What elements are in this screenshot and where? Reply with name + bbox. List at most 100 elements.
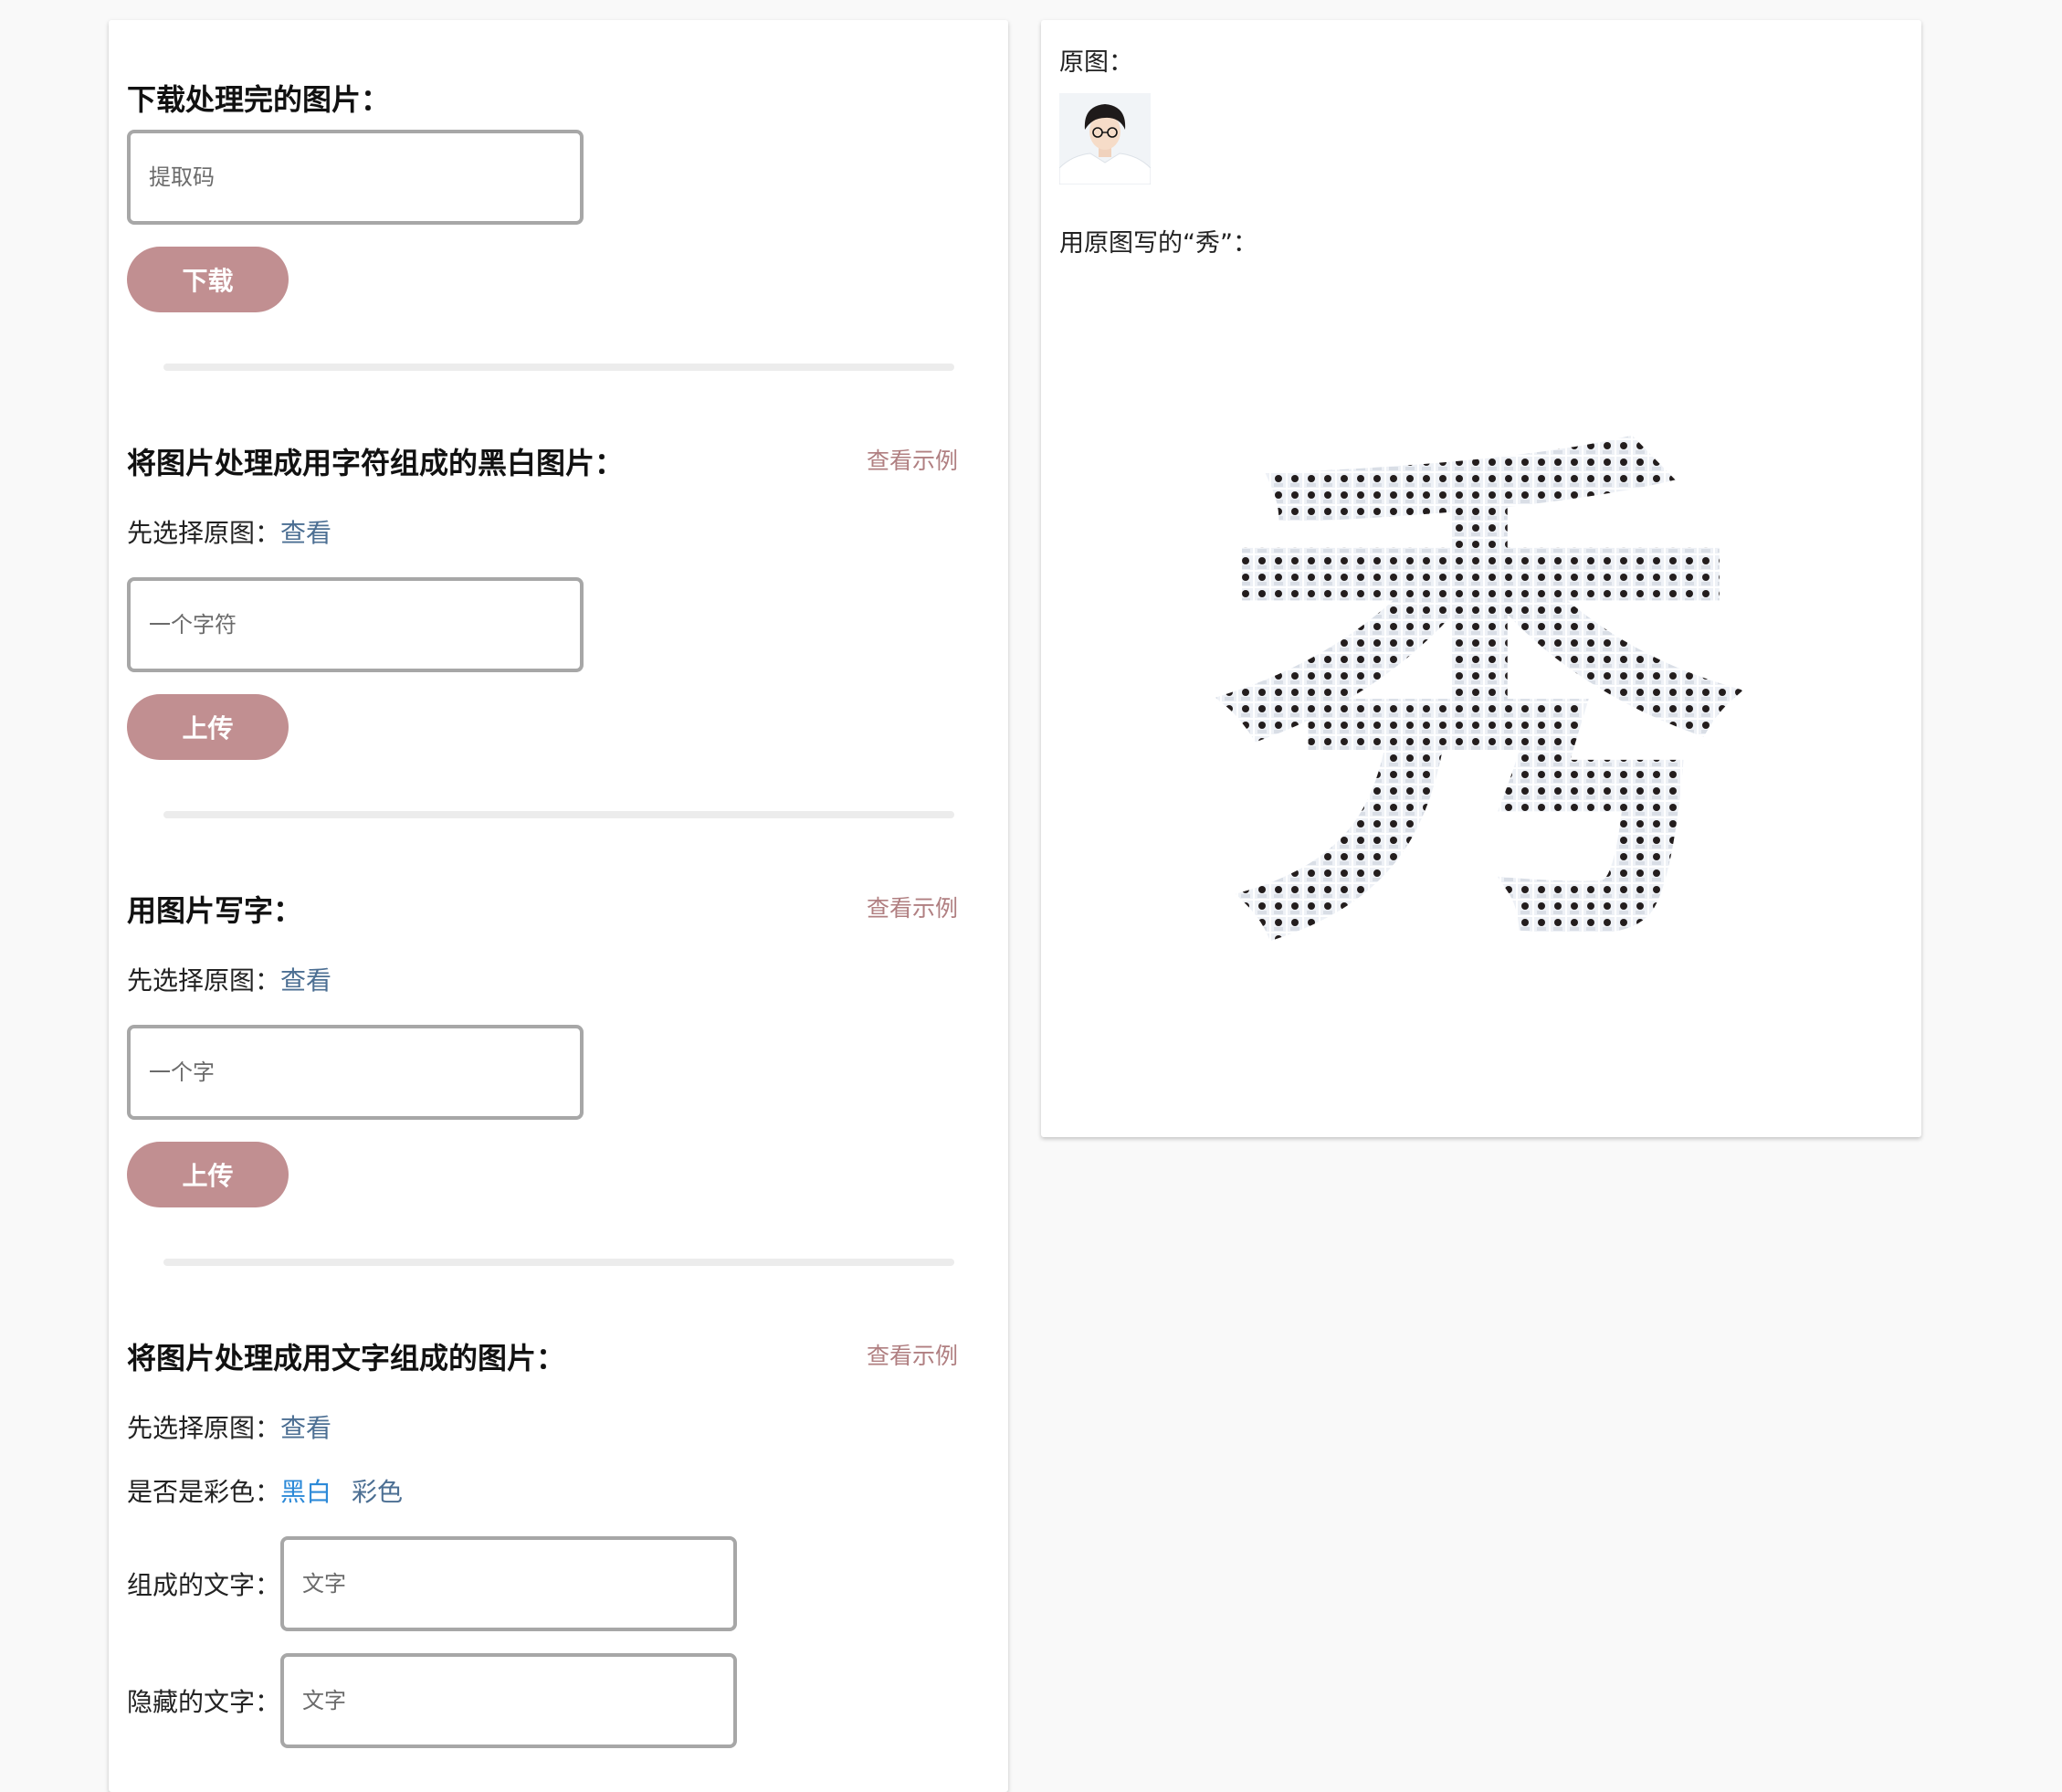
portrait-tile — [1370, 654, 1384, 669]
portrait-tile — [1649, 933, 1664, 948]
portrait-tile — [1518, 736, 1532, 751]
portrait-tile — [1386, 605, 1401, 619]
portrait-tile — [1320, 818, 1335, 833]
portrait-tile — [1600, 933, 1615, 948]
portrait-tile — [1682, 407, 1697, 422]
ascii-example-link[interactable]: 查看示例 — [867, 443, 958, 476]
option-color[interactable]: 彩色 — [352, 1477, 403, 1507]
portrait-tile — [1485, 753, 1499, 767]
portrait-tile — [1518, 835, 1532, 849]
portrait-tile — [1288, 917, 1302, 932]
portrait-tile — [1320, 358, 1335, 373]
portrait-tile — [1551, 933, 1565, 948]
hidden-text-input[interactable] — [280, 1653, 737, 1748]
portrait-tile — [1600, 802, 1615, 817]
portrait-tile — [1304, 555, 1319, 570]
portrait-tile — [1222, 522, 1236, 537]
portrait-tile — [1255, 605, 1269, 619]
single-char-input[interactable] — [127, 577, 584, 672]
portrait-tile — [1353, 917, 1368, 932]
portrait-tile — [1501, 901, 1516, 915]
portrait-tile — [1238, 588, 1253, 603]
portrait-tile — [1616, 687, 1631, 701]
portrait-tile — [1633, 703, 1647, 718]
portrait-tile — [1403, 720, 1417, 734]
portrait-tile — [1353, 720, 1368, 734]
portrait-tile — [1419, 424, 1434, 438]
portrait-tile — [1271, 396, 1286, 406]
single-word-input[interactable] — [127, 1025, 584, 1120]
option-black-white[interactable]: 黑白 — [280, 1477, 331, 1507]
portrait-tile — [1419, 555, 1434, 570]
portrait-tile — [1207, 621, 1220, 636]
portrait-tile — [1518, 522, 1532, 537]
download-button[interactable]: 下载 — [127, 247, 289, 312]
portrait-tile — [1715, 490, 1730, 504]
portrait-tile — [1288, 374, 1302, 389]
portrait-tile — [1501, 785, 1516, 800]
portrait-tile — [1518, 802, 1532, 817]
portrait-tile — [1551, 588, 1565, 603]
portrait-tile — [1633, 572, 1647, 586]
portrait-tile — [1436, 802, 1450, 817]
portrait-tile — [1518, 506, 1532, 521]
portrait-tile — [1666, 522, 1680, 537]
portrait-tile — [1715, 358, 1730, 373]
portrait-tile — [1452, 851, 1467, 866]
portrait-tile — [1600, 901, 1615, 915]
portrait-tile — [1583, 884, 1598, 899]
portrait-tile — [1485, 506, 1499, 521]
write-example-link[interactable]: 查看示例 — [867, 891, 958, 923]
portrait-tile — [1501, 407, 1516, 422]
write-upload-button[interactable]: 上传 — [127, 1142, 289, 1207]
portrait-tile — [1207, 884, 1220, 899]
portrait-tile — [1534, 736, 1549, 751]
ascii-upload-button[interactable]: 上传 — [127, 694, 289, 760]
portrait-tile — [1583, 539, 1598, 553]
portrait-tile — [1304, 835, 1319, 849]
portrait-tile — [1501, 490, 1516, 504]
portrait-tile — [1748, 654, 1762, 669]
portrait-tile — [1485, 670, 1499, 685]
portrait-tile — [1715, 802, 1730, 817]
portrait-tile — [1600, 851, 1615, 866]
portrait-tile — [1748, 851, 1762, 866]
portrait-tile — [1600, 687, 1615, 701]
portrait-tile — [1353, 654, 1368, 669]
portrait-tile — [1649, 687, 1664, 701]
portrait-tile — [1518, 917, 1532, 932]
portrait-tile — [1452, 440, 1467, 455]
extract-code-input[interactable] — [127, 130, 584, 225]
portrait-tile — [1600, 457, 1615, 471]
portrait-tile — [1238, 917, 1253, 932]
portrait-tile — [1403, 785, 1417, 800]
portrait-tile — [1468, 868, 1483, 882]
compose-text-input[interactable] — [280, 1536, 737, 1631]
view-original-link[interactable]: 查看 — [280, 1413, 331, 1443]
portrait-tile — [1551, 720, 1565, 734]
view-original-link[interactable]: 查看 — [280, 518, 331, 548]
portrait-tile — [1468, 654, 1483, 669]
portrait-tile — [1633, 736, 1647, 751]
portrait-tile — [1633, 901, 1647, 915]
portrait-tile — [1682, 901, 1697, 915]
portrait-tile — [1616, 396, 1631, 406]
portrait-tile — [1452, 638, 1467, 652]
portrait-tile — [1288, 539, 1302, 553]
preview-panel: 原图： 用原图写的“秀”： 秀 — [1041, 20, 1921, 1137]
portrait-tile — [1304, 884, 1319, 899]
portrait-tile — [1207, 638, 1220, 652]
portrait-tile — [1731, 654, 1746, 669]
portrait-tile — [1337, 785, 1352, 800]
portrait-tile — [1370, 457, 1384, 471]
portrait-tile — [1370, 473, 1384, 488]
portrait-tile — [1419, 884, 1434, 899]
portrait-tile — [1567, 572, 1582, 586]
view-original-link[interactable]: 查看 — [280, 965, 331, 996]
portrait-tile — [1583, 490, 1598, 504]
portrait-tile — [1501, 396, 1516, 406]
portrait-tile — [1452, 358, 1467, 373]
portrait-tile — [1419, 588, 1434, 603]
portrait-tile — [1337, 588, 1352, 603]
text-example-link[interactable]: 查看示例 — [867, 1338, 958, 1371]
